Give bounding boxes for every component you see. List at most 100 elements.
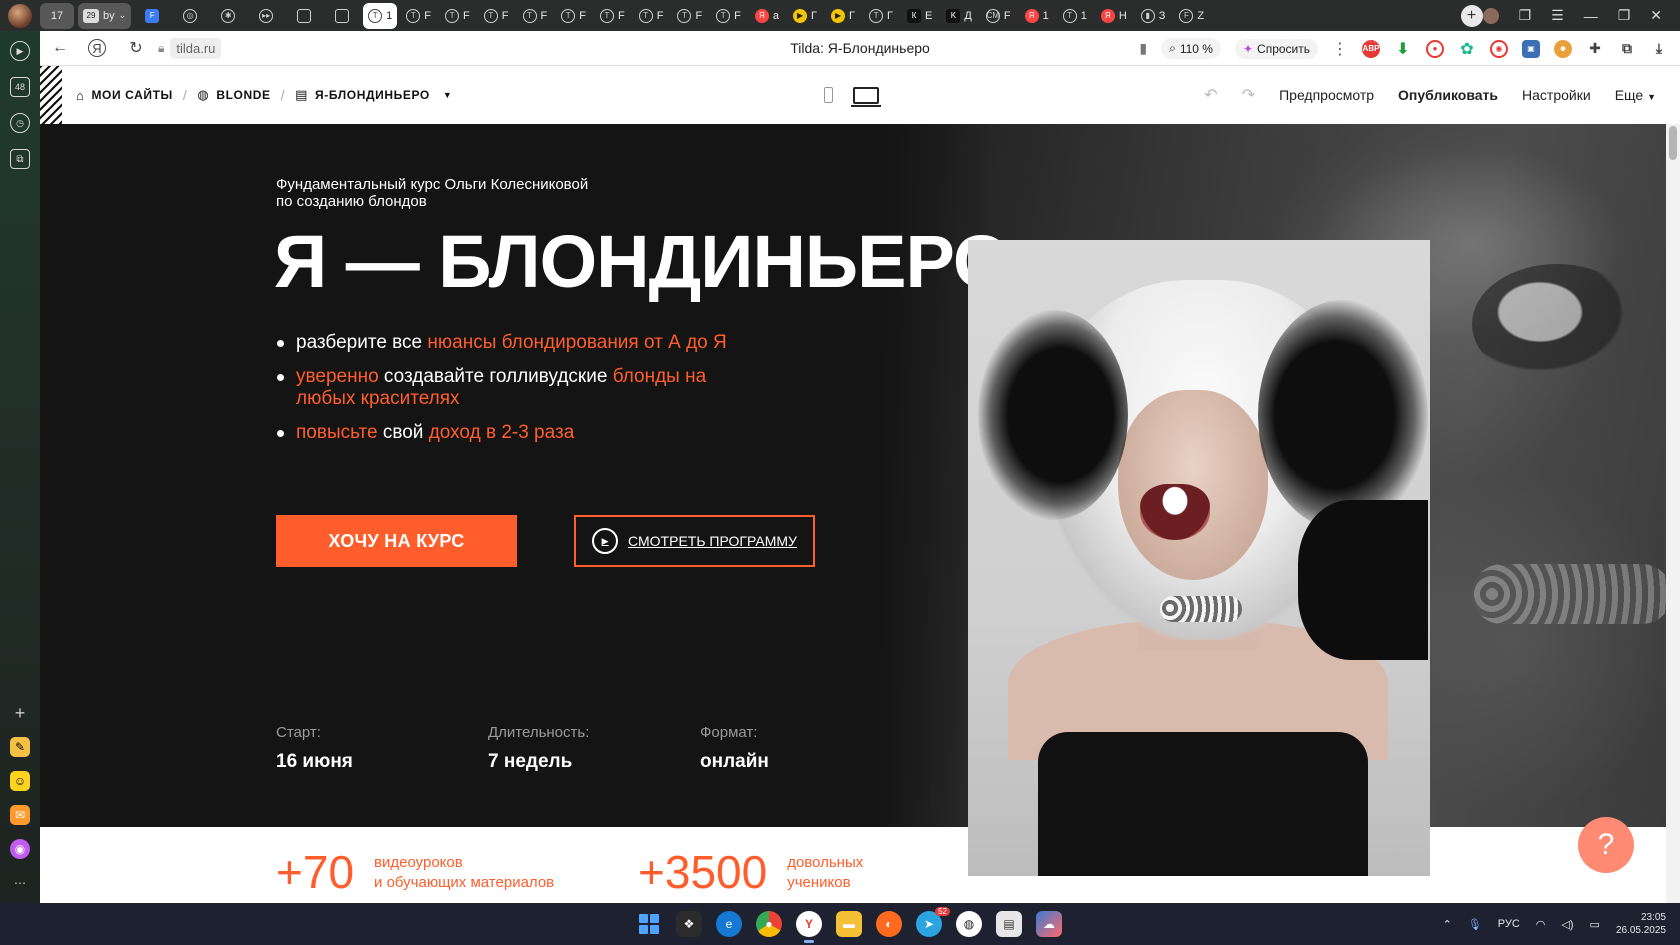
yandex-browser-app-icon[interactable]: Y [796,911,822,943]
breadcrumb-page[interactable]: ▤ Я-БЛОНДИНЬЕРО ▼ [295,87,452,103]
browser-tab[interactable]: F [135,3,169,29]
browser-tab[interactable]: Т1 [1058,3,1092,29]
more-button[interactable]: Еще ▼ [1615,87,1656,103]
browser-tab[interactable]: КЕ [902,3,937,29]
undo-icon[interactable]: ↶ [1204,85,1217,105]
clock[interactable]: 23:05 26.05.2025 [1616,911,1666,937]
browser-tab[interactable] [325,3,359,29]
help-button[interactable]: ? [1578,817,1634,873]
puzzle-extension-icon[interactable]: ✚ [1586,40,1604,58]
edge-app-icon[interactable]: e [716,911,742,937]
notes-app-icon[interactable]: ✎ [10,737,30,757]
browser-tab[interactable]: ТF [440,3,475,29]
publish-button[interactable]: Опубликовать [1398,87,1498,103]
desktop-view-icon[interactable] [851,86,881,107]
close-icon[interactable]: ✕ [1650,7,1662,24]
add-icon[interactable]: + [10,703,30,723]
cloud-app-icon[interactable]: ☁ [1036,911,1062,937]
browser-tab[interactable]: ТF [634,3,669,29]
view-program-button[interactable]: ▶ СМОТРЕТЬ ПРОГРАММУ [574,515,815,567]
browser-tab[interactable]: ТF [672,3,707,29]
profile-avatar[interactable] [8,3,32,28]
start-button[interactable] [636,911,662,937]
tray-expand-icon[interactable]: ⌃ [1443,918,1452,931]
record-extension-icon[interactable]: ● [1426,39,1444,58]
breadcrumb-my-sites[interactable]: ⌂ МОИ САЙТЫ [76,88,173,103]
telegram-app-icon[interactable]: ➤ 52 [916,907,950,937]
smile-app-icon[interactable]: ☺ [10,771,30,791]
figma-app-icon[interactable]: ❖ [676,911,702,937]
browser-tab[interactable]: Т1 [363,2,398,29]
settings-button[interactable]: Настройки [1522,87,1591,103]
screenshot-icon[interactable]: ⧉ [10,149,30,169]
ask-button[interactable]: ✦ Спросить [1234,38,1318,59]
browser-tab[interactable]: ТF [518,3,553,29]
browser-tab[interactable]: ТF [595,3,630,29]
cookie-extension-icon[interactable]: ☻ [1554,39,1572,58]
microphone-icon[interactable]: 🎙︎ [1468,918,1482,931]
green-extension-icon[interactable]: ✿ [1458,40,1476,58]
firefox-app-icon[interactable]: ◐ [876,911,902,937]
download-extension-icon[interactable]: ⬇ [1394,40,1412,58]
restore-icon[interactable]: ❐ [1618,7,1631,24]
wifi-icon[interactable]: ◠ [1536,918,1546,931]
browser-tab[interactable]: ◎ [173,3,207,29]
downloads-icon[interactable]: ⤓ [1650,40,1668,58]
browser-tab[interactable]: ЯН [1096,3,1132,29]
redo-icon[interactable]: ↷ [1242,85,1255,105]
browser-tab[interactable]: ТF [479,3,514,29]
explorer-app-icon[interactable]: ▬ [836,911,862,937]
tab-group[interactable]: 29 by ⌄ [78,2,132,29]
browser-tab[interactable]: ✱ [211,3,245,29]
enroll-button[interactable]: ХОЧУ НА КУРС [276,515,517,567]
browser-tab[interactable]: Яа [750,3,784,29]
kebab-menu-icon[interactable]: ⋮ [1332,39,1348,59]
camera-extension-icon[interactable]: ▣ [1522,39,1540,58]
browser-tab[interactable]: ТF [711,3,746,29]
browser-tab[interactable]: KД [941,3,976,29]
yandex-icon[interactable]: Я [88,39,106,57]
volume-icon[interactable]: ◁) [1561,918,1573,931]
more-icon[interactable]: ⋯ [10,873,30,893]
menu-icon[interactable]: ☰ [1551,7,1564,24]
target-extension-icon[interactable]: ◉ [1490,39,1508,58]
zoom-indicator[interactable]: ⌕ 110 % [1161,38,1221,59]
pip-extension-icon[interactable]: ⧉ [1618,40,1636,58]
play-icon[interactable]: ▶ [10,41,30,61]
badge-icon[interactable]: 48 [10,77,30,97]
mail-app-icon[interactable]: ✉ [10,805,30,825]
page-scrollbar[interactable] [1666,124,1680,903]
tab-counter[interactable]: 17 [40,2,74,29]
browser-tab[interactable]: ТГ [864,3,898,29]
scrollbar-thumb[interactable] [1669,126,1677,160]
back-button[interactable]: ← [46,34,74,62]
breadcrumb-site[interactable]: ◍ BLONDE [197,87,270,103]
history-icon[interactable]: ◷ [10,113,30,133]
browser-tab[interactable]: ТF [556,3,591,29]
chrome-app-icon[interactable]: ● [756,911,782,937]
browser-tab[interactable]: FZ [1174,3,1209,29]
reload-button[interactable]: ↻ [122,34,150,62]
alice-app-icon[interactable]: ◉ [10,839,30,859]
browser-tab[interactable]: Я1 [1020,3,1054,29]
battery-icon[interactable]: ▭ [1590,918,1600,931]
browser-tab[interactable]: ▮ З [1136,3,1171,29]
browser-tab[interactable]: ▸▸ [249,3,283,29]
collections-icon[interactable]: ❐ [1519,7,1532,24]
notepad-app-icon[interactable]: ▤ [996,911,1022,937]
minimize-icon[interactable]: — [1584,8,1598,24]
account-icon[interactable] [1482,7,1499,24]
bookmark-icon[interactable]: ▮ [1139,40,1147,57]
browser-tab[interactable]: ▶ Г [788,3,822,29]
browser-tab[interactable]: ▶ Г [826,3,860,29]
circle-app-icon[interactable]: ◍ [956,911,982,937]
new-tab-button[interactable]: + [1460,4,1483,27]
adblock-extension-icon[interactable]: ABP [1362,39,1380,58]
browser-tab[interactable]: СМ F [981,3,1016,29]
mobile-view-icon[interactable] [824,87,833,103]
url-field[interactable]: 🔒︎ tilda.ru [158,37,222,59]
preview-button[interactable]: Предпросмотр [1279,87,1374,103]
browser-tab[interactable] [287,3,321,29]
browser-tab[interactable]: ТF [401,3,436,29]
language-indicator[interactable]: РУС [1498,918,1520,930]
